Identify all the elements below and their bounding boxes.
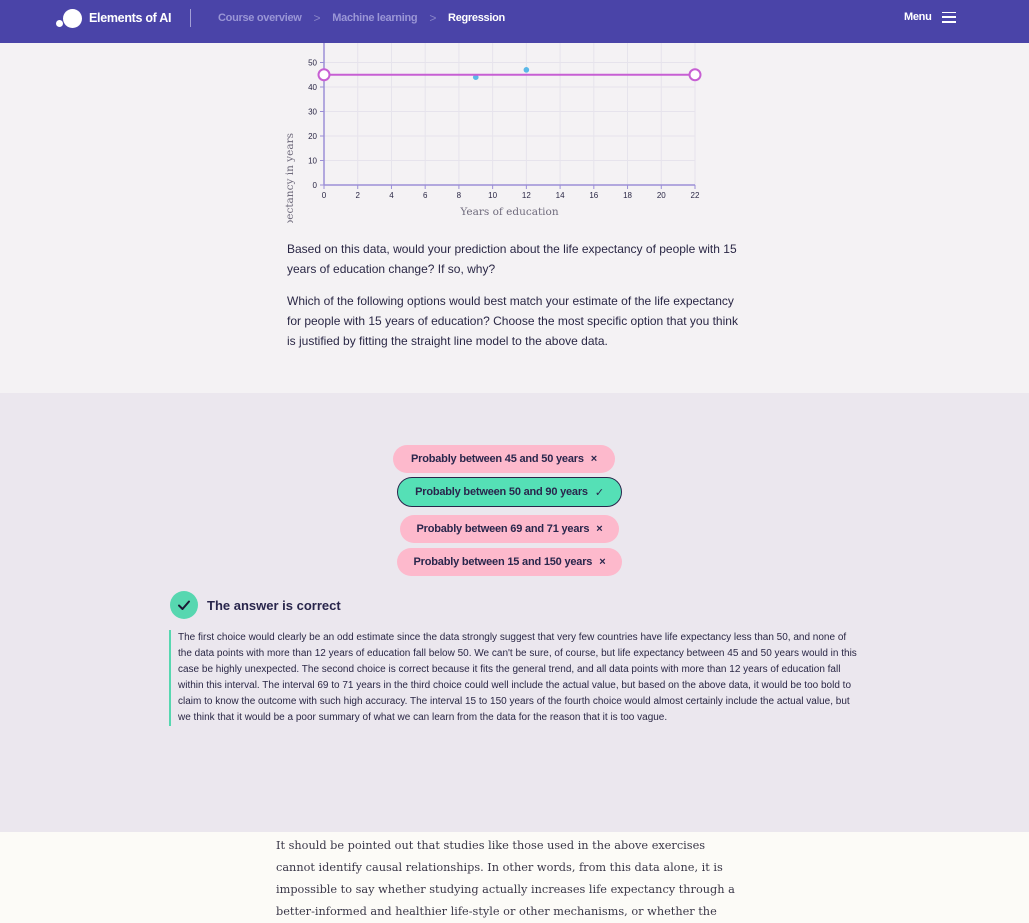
x-tick-label: 18 (623, 191, 632, 200)
data-point (523, 67, 530, 73)
cross-icon: × (596, 523, 603, 535)
option-45-50[interactable]: Probably between 45 and 50 years × (393, 445, 615, 473)
x-tick-label: 20 (657, 191, 666, 200)
question-text-2: Which of the following options would bes… (287, 294, 738, 348)
x-tick-label: 12 (522, 191, 531, 200)
body-paragraph: It should be pointed out that studies li… (276, 839, 735, 918)
line-handle-right[interactable] (688, 68, 702, 82)
x-tick-label: 0 (322, 191, 327, 200)
x-tick-label: 22 (691, 191, 700, 200)
line-handle-left[interactable] (317, 68, 331, 82)
logo-large-dot (63, 9, 82, 28)
y-axis-title: Life expectancy in years (284, 133, 296, 223)
option-label: Probably between 69 and 71 years (416, 523, 590, 535)
x-tick-label: 16 (589, 191, 598, 200)
hamburger-icon (941, 11, 956, 23)
top-navigation-bar: Elements of AI Course overview > Machine… (0, 0, 1029, 43)
x-tick-label: 6 (423, 191, 428, 200)
question-text-1: Based on this data, would your predictio… (287, 242, 737, 276)
header-divider (190, 9, 191, 27)
checkmark-icon: ✓ (594, 486, 604, 499)
answer-result: The answer is correct (170, 591, 341, 619)
logo-small-dot (56, 20, 63, 27)
y-tick-label: 50 (308, 59, 317, 68)
scatter-chart: 02468101214161820220102030405060Years of… (284, 43, 702, 223)
breadcrumb-separator-icon: > (313, 11, 321, 25)
y-tick-label: 30 (308, 108, 317, 117)
option-15-150[interactable]: Probably between 15 and 150 years × (397, 548, 622, 576)
option-label: Probably between 45 and 50 years (411, 453, 584, 465)
quiz-section: Probably between 45 and 50 years × Proba… (0, 393, 1029, 832)
option-50-90[interactable]: Probably between 50 and 90 years ✓ (397, 477, 622, 507)
option-label: Probably between 15 and 150 years (413, 556, 593, 568)
x-tick-label: 4 (389, 191, 394, 200)
breadcrumb: Course overview > Machine learning > Reg… (218, 11, 505, 25)
result-heading: The answer is correct (207, 597, 341, 613)
x-tick-label: 2 (356, 191, 361, 200)
breadcrumb-machine-learning[interactable]: Machine learning (332, 12, 417, 24)
option-69-71[interactable]: Probably between 69 and 71 years × (400, 515, 619, 543)
breadcrumb-course-overview[interactable]: Course overview (218, 12, 302, 24)
x-tick-label: 14 (556, 191, 565, 200)
y-tick-label: 0 (313, 181, 318, 190)
menu-label: Menu (904, 11, 932, 23)
check-circle-icon (170, 591, 198, 619)
option-label: Probably between 50 and 90 years (415, 486, 588, 498)
x-tick-label: 8 (457, 191, 462, 200)
answer-explanation: The first choice would clearly be an odd… (169, 630, 859, 726)
y-tick-label: 10 (308, 157, 317, 166)
exercise-content: 02468101214161820220102030405060Years of… (0, 43, 1029, 393)
x-axis-title: Years of education (459, 206, 559, 218)
cross-icon: × (590, 453, 597, 465)
breadcrumb-separator-icon: > (429, 11, 437, 25)
menu-button[interactable]: Menu (904, 11, 956, 23)
elements-of-ai-logo[interactable] (56, 9, 82, 29)
cross-icon: × (599, 556, 606, 568)
brand-name[interactable]: Elements of AI (89, 11, 171, 25)
y-tick-label: 40 (308, 83, 317, 92)
continuation-section: It should be pointed out that studies li… (0, 832, 1029, 923)
breadcrumb-regression: Regression (448, 12, 505, 24)
x-tick-label: 10 (488, 191, 497, 200)
y-tick-label: 20 (308, 132, 317, 141)
